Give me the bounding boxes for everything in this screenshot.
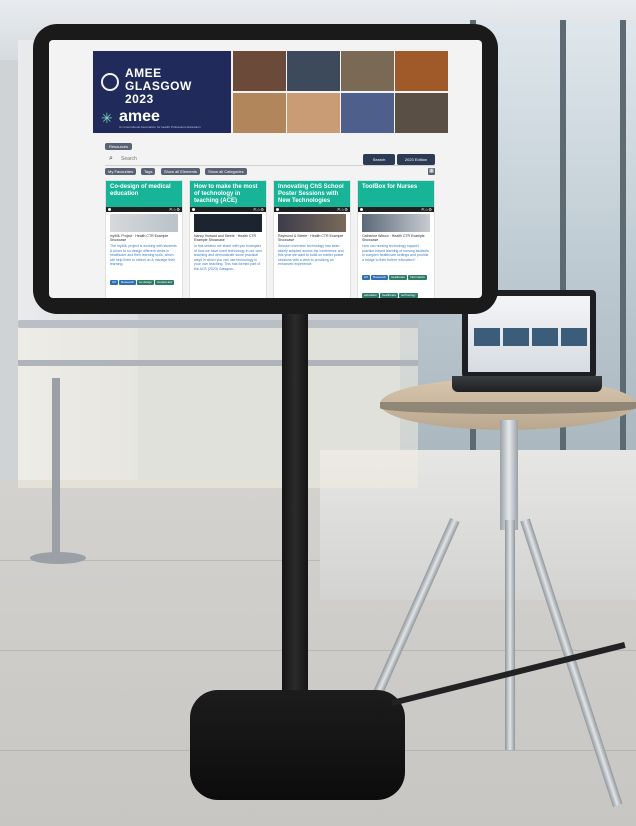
laptop-thumbnail — [532, 328, 558, 346]
banner-photo — [287, 51, 340, 91]
window-mullion — [620, 20, 626, 490]
star-icon: ✳ — [101, 110, 113, 126]
filter-elements[interactable]: Show all Elements — [161, 168, 200, 175]
banner-photo — [233, 93, 286, 133]
laptop-base — [452, 376, 602, 392]
card-description: Session overview: technology has been wi… — [278, 244, 344, 266]
tag[interactable]: UX — [362, 275, 371, 280]
monitor-stand-base — [190, 690, 405, 800]
tag[interactable]: Research — [371, 275, 389, 280]
card-title: How to make the most of technology in te… — [190, 181, 266, 207]
search-row: ⌕ Search 2023 Edition — [105, 153, 435, 166]
card-thumbnail — [194, 214, 262, 232]
card-toolbar: ⇱☆⚙ — [190, 207, 266, 212]
card-thumbnail — [110, 214, 178, 232]
tag[interactable]: technology — [399, 293, 418, 298]
laptop-thumbnail — [474, 328, 500, 346]
resource-card[interactable]: Co-design of medical education ⇱☆⚙ myMIL… — [105, 180, 183, 298]
card-author: Nancy Howard and Steele · Health CTR Exa… — [194, 234, 257, 242]
tag[interactable]: healthcare — [380, 293, 399, 298]
resource-card[interactable]: How to make the most of technology in te… — [189, 180, 267, 298]
dot-icon — [276, 208, 279, 211]
filter-favourites[interactable]: My Favourites — [105, 168, 137, 175]
card-toolbar: ⇱☆⚙ — [106, 207, 182, 212]
banner-photo — [395, 93, 448, 133]
card-toolbar: ⇱☆⚙ — [274, 207, 350, 212]
monitor-stand-pole — [282, 300, 308, 700]
brand-line-3: 2023 — [125, 92, 154, 106]
card-title: Innovating ChS School Poster Sessions wi… — [274, 181, 350, 207]
resource-toolbar: Resources ⌕ Search 2023 Edition My Favou… — [105, 143, 435, 177]
laptop-thumbnail — [561, 328, 587, 346]
dot-icon — [108, 208, 111, 211]
floor-tile-line — [0, 650, 636, 651]
card-description: In this session we share with you exampl… — [194, 244, 262, 271]
brand-tagline: An International Association for Health … — [119, 125, 201, 129]
tag[interactable]: education — [362, 293, 380, 298]
glass-balustrade — [18, 328, 418, 488]
card-action-icons[interactable]: ⇱☆⚙ — [253, 207, 264, 212]
grid-view-icon[interactable]: ▦ — [428, 168, 435, 175]
table-column — [500, 420, 518, 530]
card-thumbnail — [278, 214, 346, 232]
photo-scene: AMEE GLASGOW 2023 ✳ amee An Internationa… — [0, 0, 636, 826]
banner-photo — [341, 51, 394, 91]
dot-icon — [192, 208, 195, 211]
resource-card[interactable]: Innovating ChS School Poster Sessions wi… — [273, 180, 351, 298]
handrail-lower — [18, 360, 418, 366]
search-icon: ⌕ — [109, 155, 113, 162]
brand-name: amee — [119, 108, 160, 125]
card-tags: UX Research healthcare Informaticseducation… — [358, 264, 434, 298]
filter-row: My Favourites Tags Show all Elements Sho… — [105, 168, 435, 176]
tag[interactable]: Informatics — [408, 275, 427, 280]
stanchion-post — [52, 378, 60, 558]
card-thumbnail — [362, 214, 430, 232]
banner-brand-panel: AMEE GLASGOW 2023 ✳ amee An Internationa… — [93, 51, 231, 133]
tag[interactable]: UX — [110, 279, 119, 285]
handrail — [18, 320, 418, 328]
card-action-icons[interactable]: ⇱☆⚙ — [337, 207, 348, 212]
search-input[interactable] — [121, 155, 311, 163]
dot-icon — [360, 208, 363, 211]
banner-photo — [233, 51, 286, 91]
card-title: ToolBox for Nurses — [358, 181, 434, 207]
tag[interactable]: collaboration — [110, 297, 132, 298]
tag[interactable]: Research — [119, 279, 137, 285]
banner-photo — [287, 93, 340, 133]
card-toolbar: ⇱☆⚙ — [358, 207, 434, 212]
card-description: The myMIL project is working with studen… — [110, 244, 177, 266]
brand-line-1: AMEE — [125, 66, 162, 80]
filter-categories[interactable]: Show all Categories — [205, 168, 247, 175]
monitor-screen: AMEE GLASGOW 2023 ✳ amee An Internationa… — [49, 40, 482, 298]
card-author: myMIL Project · Health CTR Example Showc… — [110, 234, 169, 242]
search-button[interactable]: Search — [363, 154, 395, 165]
filter-tags[interactable]: Tags — [141, 168, 156, 175]
card-action-icons[interactable]: ⇱☆⚙ — [169, 207, 180, 212]
card-author: Raymond & Steele · Health CTR Example Sh… — [278, 234, 344, 242]
card-action-icons[interactable]: ⇱☆⚙ — [421, 207, 432, 212]
conference-banner: AMEE GLASGOW 2023 ✳ amee An Internationa… — [93, 51, 448, 133]
card-author: Catherine Wilson · Health CTR Example Sh… — [362, 234, 425, 242]
edition-dropdown[interactable]: 2023 Edition — [397, 154, 435, 165]
globe-icon — [101, 73, 119, 91]
resource-card[interactable]: ToolBox for Nurses ⇱☆⚙ Catherine Wilson … — [357, 180, 435, 298]
table-leg — [505, 520, 515, 750]
card-description: How can nursing technology support pract… — [362, 244, 429, 262]
brand-line-2: GLASGOW — [125, 79, 192, 93]
tag[interactable]: student-led — [155, 279, 174, 285]
tag[interactable]: technology — [150, 297, 169, 298]
card-tags: UXResearchco-designstudent-led collaborat… — [106, 269, 182, 298]
stanchion-base — [30, 552, 86, 564]
card-title: Co-design of medical education — [106, 181, 182, 207]
banner-photo — [395, 51, 448, 91]
resource-cards: Co-design of medical education ⇱☆⚙ myMIL… — [105, 180, 435, 298]
tag[interactable]: co-design — [137, 279, 155, 285]
tag[interactable]: education — [132, 297, 150, 298]
tag[interactable]: healthcare — [389, 275, 408, 280]
tab-resources[interactable]: Resources — [105, 143, 133, 150]
laptop-thumbnail — [503, 328, 529, 346]
banner-photo — [341, 93, 394, 133]
table-edge — [380, 402, 636, 414]
